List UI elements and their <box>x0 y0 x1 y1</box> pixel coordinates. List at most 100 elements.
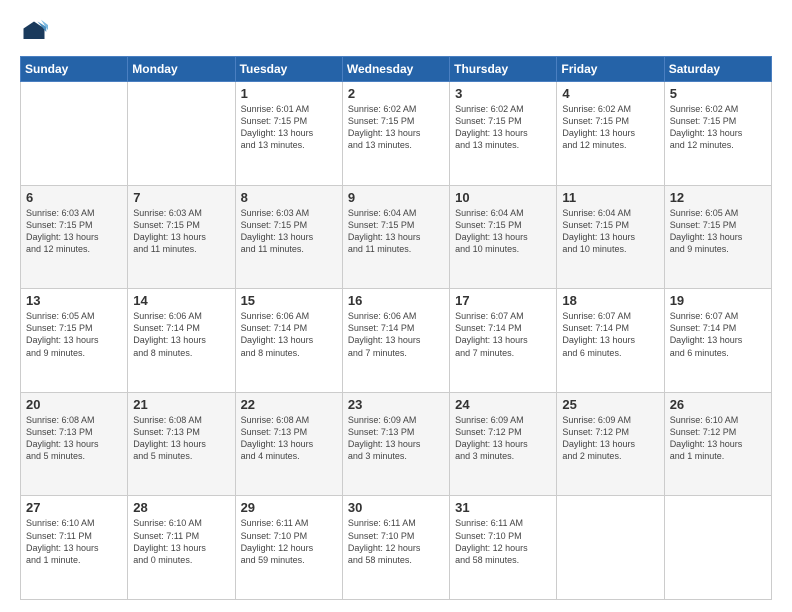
calendar-cell: 26 Sunrise: 6:10 AM Sunset: 7:12 PM Dayli… <box>664 392 771 496</box>
day-of-week-header: Sunday <box>21 57 128 82</box>
day-of-week-header: Tuesday <box>235 57 342 82</box>
day-info: Sunrise: 6:09 AM Sunset: 7:12 PM Dayligh… <box>455 414 551 463</box>
day-info: Sunrise: 6:07 AM Sunset: 7:14 PM Dayligh… <box>562 310 658 359</box>
day-number: 27 <box>26 500 122 515</box>
calendar-cell: 11 Sunrise: 6:04 AM Sunset: 7:15 PM Dayli… <box>557 185 664 289</box>
day-info: Sunrise: 6:06 AM Sunset: 7:14 PM Dayligh… <box>241 310 337 359</box>
day-info: Sunrise: 6:05 AM Sunset: 7:15 PM Dayligh… <box>670 207 766 256</box>
calendar-cell: 17 Sunrise: 6:07 AM Sunset: 7:14 PM Dayli… <box>450 289 557 393</box>
day-number: 26 <box>670 397 766 412</box>
day-info: Sunrise: 6:01 AM Sunset: 7:15 PM Dayligh… <box>241 103 337 152</box>
calendar-header-row: SundayMondayTuesdayWednesdayThursdayFrid… <box>21 57 772 82</box>
logo-icon <box>20 18 48 46</box>
day-info: Sunrise: 6:03 AM Sunset: 7:15 PM Dayligh… <box>133 207 229 256</box>
day-info: Sunrise: 6:03 AM Sunset: 7:15 PM Dayligh… <box>26 207 122 256</box>
day-info: Sunrise: 6:11 AM Sunset: 7:10 PM Dayligh… <box>455 517 551 566</box>
calendar-cell: 20 Sunrise: 6:08 AM Sunset: 7:13 PM Dayli… <box>21 392 128 496</box>
day-info: Sunrise: 6:05 AM Sunset: 7:15 PM Dayligh… <box>26 310 122 359</box>
calendar-cell <box>128 82 235 186</box>
calendar-cell: 10Sunrise: 6:04 AM Sunset: 7:15 PM Dayli… <box>450 185 557 289</box>
day-of-week-header: Monday <box>128 57 235 82</box>
calendar-cell: 8 Sunrise: 6:03 AM Sunset: 7:15 PM Daylig… <box>235 185 342 289</box>
day-number: 18 <box>562 293 658 308</box>
day-number: 30 <box>348 500 444 515</box>
day-of-week-header: Wednesday <box>342 57 449 82</box>
day-info: Sunrise: 6:08 AM Sunset: 7:13 PM Dayligh… <box>241 414 337 463</box>
calendar-cell: 9 Sunrise: 6:04 AM Sunset: 7:15 PM Daylig… <box>342 185 449 289</box>
calendar-cell: 25 Sunrise: 6:09 AM Sunset: 7:12 PM Dayli… <box>557 392 664 496</box>
day-info: Sunrise: 6:04 AM Sunset: 7:15 PM Dayligh… <box>562 207 658 256</box>
day-info: Sunrise: 6:09 AM Sunset: 7:12 PM Dayligh… <box>562 414 658 463</box>
day-of-week-header: Thursday <box>450 57 557 82</box>
day-number: 7 <box>133 190 229 205</box>
day-number: 28 <box>133 500 229 515</box>
calendar-cell: 14 Sunrise: 6:06 AM Sunset: 7:14 PM Dayli… <box>128 289 235 393</box>
logo <box>20 18 52 46</box>
day-of-week-header: Saturday <box>664 57 771 82</box>
calendar-table: SundayMondayTuesdayWednesdayThursdayFrid… <box>20 56 772 600</box>
day-number: 13 <box>26 293 122 308</box>
day-number: 17 <box>455 293 551 308</box>
calendar-cell: 31 Sunrise: 6:11 AM Sunset: 7:10 PM Dayli… <box>450 496 557 600</box>
day-info: Sunrise: 6:09 AM Sunset: 7:13 PM Dayligh… <box>348 414 444 463</box>
day-of-week-header: Friday <box>557 57 664 82</box>
day-info: Sunrise: 6:07 AM Sunset: 7:14 PM Dayligh… <box>670 310 766 359</box>
calendar-week-row: 6 Sunrise: 6:03 AM Sunset: 7:15 PM Daylig… <box>21 185 772 289</box>
day-number: 19 <box>670 293 766 308</box>
calendar-cell: 27Sunrise: 6:10 AM Sunset: 7:11 PM Dayli… <box>21 496 128 600</box>
day-info: Sunrise: 6:06 AM Sunset: 7:14 PM Dayligh… <box>133 310 229 359</box>
day-info: Sunrise: 6:06 AM Sunset: 7:14 PM Dayligh… <box>348 310 444 359</box>
calendar-cell: 15Sunrise: 6:06 AM Sunset: 7:14 PM Dayli… <box>235 289 342 393</box>
calendar-cell: 5 Sunrise: 6:02 AM Sunset: 7:15 PM Daylig… <box>664 82 771 186</box>
day-number: 24 <box>455 397 551 412</box>
calendar-week-row: 27 Sunrise: 6:10 AM Sunset: 7:11 PM Dayli… <box>21 496 772 600</box>
day-number: 20 <box>26 397 122 412</box>
day-info: Sunrise: 6:02 AM Sunset: 7:15 PM Dayligh… <box>562 103 658 152</box>
calendar-cell: 12Sunrise: 6:05 AM Sunset: 7:15 PM Dayli… <box>664 185 771 289</box>
day-number: 14 <box>133 293 229 308</box>
day-number: 9 <box>348 190 444 205</box>
day-info: Sunrise: 6:11 AM Sunset: 7:10 PM Dayligh… <box>241 517 337 566</box>
calendar-cell: 23Sunrise: 6:09 AM Sunset: 7:13 PM Dayli… <box>342 392 449 496</box>
day-number: 29 <box>241 500 337 515</box>
calendar-cell <box>21 82 128 186</box>
calendar-week-row: 20 Sunrise: 6:08 AM Sunset: 7:13 PM Dayli… <box>21 392 772 496</box>
day-number: 11 <box>562 190 658 205</box>
day-info: Sunrise: 6:03 AM Sunset: 7:15 PM Dayligh… <box>241 207 337 256</box>
day-number: 16 <box>348 293 444 308</box>
day-info: Sunrise: 6:08 AM Sunset: 7:13 PM Dayligh… <box>133 414 229 463</box>
day-number: 6 <box>26 190 122 205</box>
day-info: Sunrise: 6:04 AM Sunset: 7:15 PM Dayligh… <box>455 207 551 256</box>
calendar-cell: 7 Sunrise: 6:03 AM Sunset: 7:15 PM Daylig… <box>128 185 235 289</box>
day-info: Sunrise: 6:02 AM Sunset: 7:15 PM Dayligh… <box>348 103 444 152</box>
header <box>20 18 772 46</box>
calendar-cell: 22Sunrise: 6:08 AM Sunset: 7:13 PM Dayli… <box>235 392 342 496</box>
day-number: 1 <box>241 86 337 101</box>
day-info: Sunrise: 6:02 AM Sunset: 7:15 PM Dayligh… <box>670 103 766 152</box>
day-number: 31 <box>455 500 551 515</box>
day-info: Sunrise: 6:02 AM Sunset: 7:15 PM Dayligh… <box>455 103 551 152</box>
day-info: Sunrise: 6:11 AM Sunset: 7:10 PM Dayligh… <box>348 517 444 566</box>
day-number: 4 <box>562 86 658 101</box>
day-info: Sunrise: 6:04 AM Sunset: 7:15 PM Dayligh… <box>348 207 444 256</box>
day-number: 5 <box>670 86 766 101</box>
calendar-cell: 4 Sunrise: 6:02 AM Sunset: 7:15 PM Daylig… <box>557 82 664 186</box>
calendar-cell: 1 Sunrise: 6:01 AM Sunset: 7:15 PM Daylig… <box>235 82 342 186</box>
calendar-cell: 30 Sunrise: 6:11 AM Sunset: 7:10 PM Dayli… <box>342 496 449 600</box>
calendar-week-row: 13 Sunrise: 6:05 AM Sunset: 7:15 PM Dayli… <box>21 289 772 393</box>
calendar-cell: 18 Sunrise: 6:07 AM Sunset: 7:14 PM Dayli… <box>557 289 664 393</box>
calendar-cell: 13 Sunrise: 6:05 AM Sunset: 7:15 PM Dayli… <box>21 289 128 393</box>
day-info: Sunrise: 6:08 AM Sunset: 7:13 PM Dayligh… <box>26 414 122 463</box>
day-number: 8 <box>241 190 337 205</box>
day-info: Sunrise: 6:07 AM Sunset: 7:14 PM Dayligh… <box>455 310 551 359</box>
calendar-cell <box>664 496 771 600</box>
calendar-cell: 28 Sunrise: 6:10 AM Sunset: 7:11 PM Dayli… <box>128 496 235 600</box>
calendar-cell: 21Sunrise: 6:08 AM Sunset: 7:13 PM Dayli… <box>128 392 235 496</box>
day-number: 25 <box>562 397 658 412</box>
day-info: Sunrise: 6:10 AM Sunset: 7:12 PM Dayligh… <box>670 414 766 463</box>
calendar-cell: 24 Sunrise: 6:09 AM Sunset: 7:12 PM Dayli… <box>450 392 557 496</box>
day-number: 2 <box>348 86 444 101</box>
calendar-cell: 3Sunrise: 6:02 AM Sunset: 7:15 PM Daylig… <box>450 82 557 186</box>
calendar-cell: 6 Sunrise: 6:03 AM Sunset: 7:15 PM Daylig… <box>21 185 128 289</box>
day-info: Sunrise: 6:10 AM Sunset: 7:11 PM Dayligh… <box>133 517 229 566</box>
